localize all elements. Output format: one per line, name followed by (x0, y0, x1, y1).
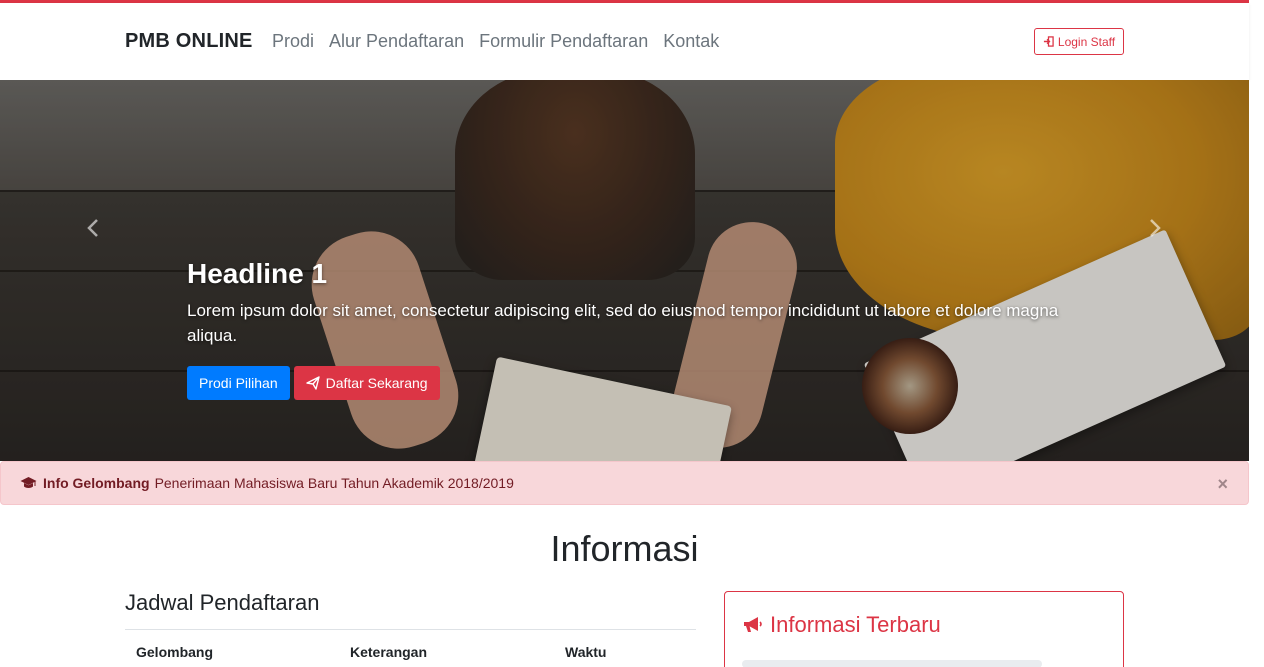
nav-link-formulir-pendaftaran[interactable]: Formulir Pendaftaran (479, 31, 648, 52)
login-staff-button[interactable]: Login Staff (1034, 28, 1124, 55)
info-gelombang-alert: Info Gelombang Penerimaan Mahasiswa Baru… (0, 461, 1249, 505)
informasi-terbaru-content (742, 660, 1042, 667)
daftar-sekarang-label: Daftar Sekarang (325, 375, 428, 391)
informasi-terbaru-header: Informasi Terbaru (742, 612, 941, 638)
nav-link-alur-pendaftaran[interactable]: Alur Pendaftaran (329, 31, 464, 52)
bullhorn-icon (744, 617, 762, 632)
main-nav: Prodi Alur Pendaftaran Formulir Pendafta… (272, 31, 719, 52)
carousel-caption: Headline 1 Lorem ipsum dolor sit amet, c… (187, 258, 1087, 348)
prodi-pilihan-button[interactable]: Prodi Pilihan (187, 366, 290, 400)
carousel-headline: Headline 1 (187, 258, 328, 289)
alert-title: Info Gelombang (43, 475, 150, 491)
prodi-pilihan-label: Prodi Pilihan (199, 375, 278, 391)
jadwal-table-header: Gelombang Keterangan Waktu (125, 630, 696, 660)
nav-link-prodi[interactable]: Prodi (272, 31, 314, 52)
daftar-sekarang-button[interactable]: Daftar Sekarang (293, 366, 440, 400)
carousel-prev-icon[interactable] (86, 218, 100, 238)
hero-carousel: Headline 1 Lorem ipsum dolor sit amet, c… (0, 80, 1249, 461)
alert-close-button[interactable]: × (1217, 474, 1228, 495)
column-header-gelombang: Gelombang (136, 644, 214, 660)
informasi-terbaru-card: Informasi Terbaru (724, 591, 1124, 667)
carousel-actions: Prodi Pilihan Daftar Sekarang (187, 366, 440, 400)
alert-message: Penerimaan Mahasiswa Baru Tahun Akademik… (154, 475, 514, 491)
nav-link-kontak[interactable]: Kontak (663, 31, 719, 52)
column-header-keterangan: Keterangan (350, 644, 428, 660)
carousel-next-icon[interactable] (1148, 218, 1162, 238)
brand-logo[interactable]: PMB ONLINE (125, 30, 253, 53)
column-header-waktu: Waktu (565, 644, 607, 660)
navbar: PMB ONLINE Prodi Alur Pendaftaran Formul… (0, 3, 1249, 80)
sign-in-icon (1043, 36, 1054, 47)
carousel-text: Lorem ipsum dolor sit amet, consectetur … (187, 301, 1059, 345)
section-title: Informasi (550, 528, 699, 569)
jadwal-title: Jadwal Pendaftaran (125, 590, 320, 615)
login-staff-label: Login Staff (1057, 34, 1116, 49)
paper-plane-icon (305, 376, 320, 390)
graduation-cap-icon (20, 477, 37, 488)
jadwal-pendaftaran-panel: Jadwal Pendaftaran Gelombang Keterangan … (125, 590, 696, 660)
informasi-terbaru-title: Informasi Terbaru (770, 612, 941, 637)
